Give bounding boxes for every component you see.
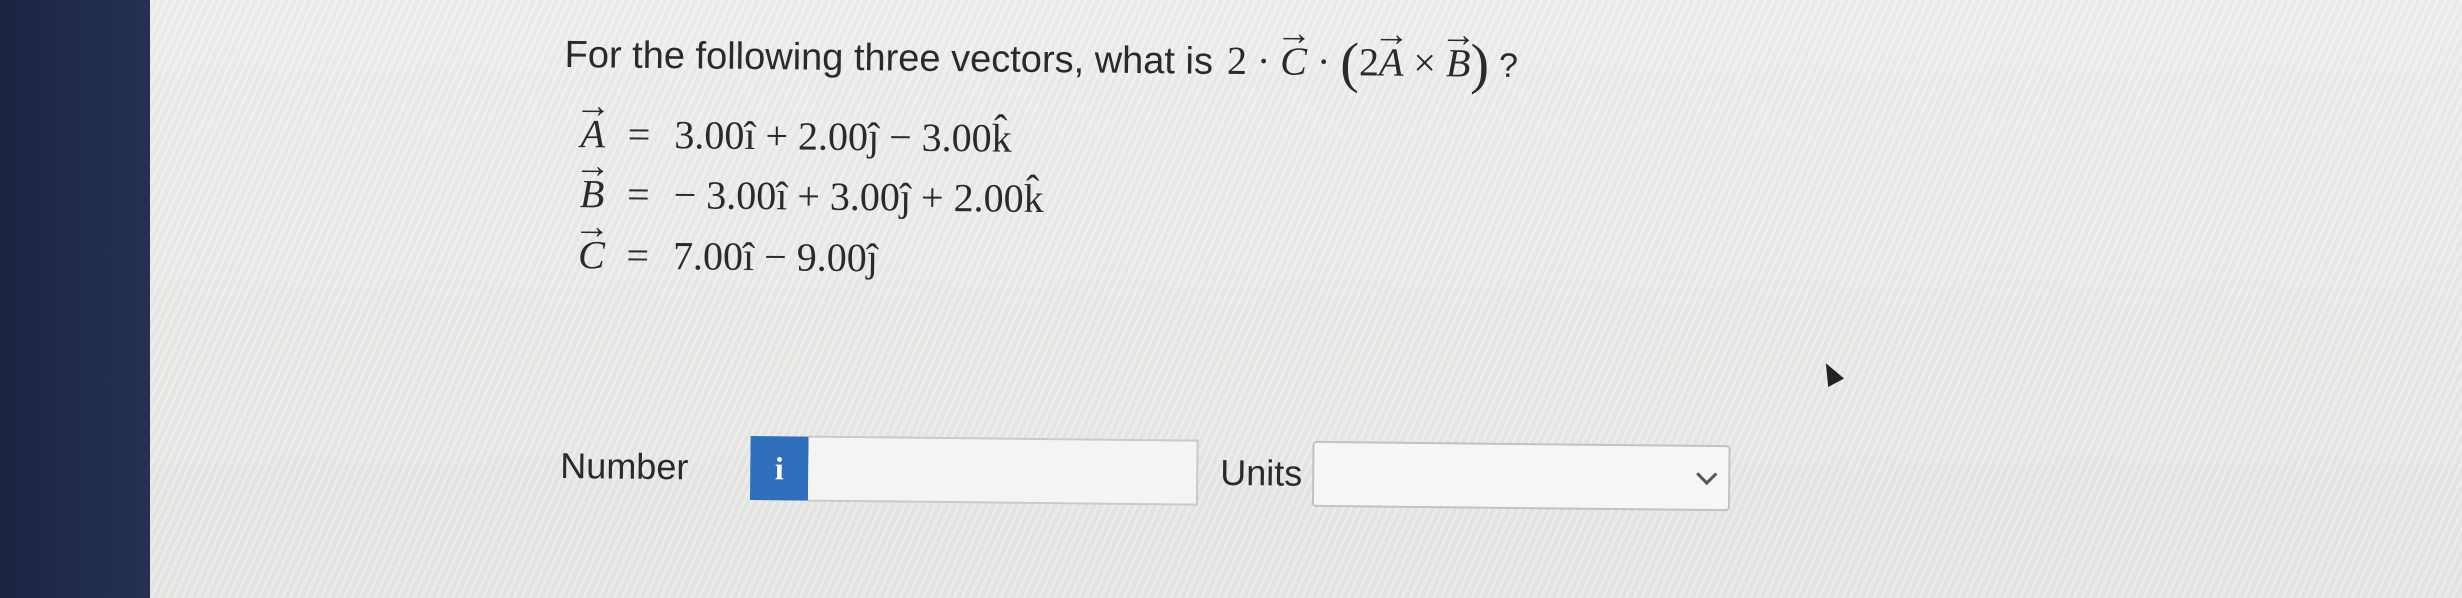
vector-b-components: − 3.00î + 3.00ĵ + 2.00k̂: [673, 172, 1044, 222]
units-label: Units: [1220, 451, 1303, 494]
expr-vector-b: B: [1446, 39, 1471, 86]
monitor-bezel: [0, 0, 150, 598]
expr-dot: ·: [1316, 38, 1331, 85]
number-input[interactable]: [807, 435, 1199, 506]
question-text: For the following three vectors, what is…: [564, 30, 1519, 96]
expr-vector-c: C: [1280, 37, 1307, 84]
screen-area: For the following three vectors, what is…: [150, 0, 2462, 598]
units-select[interactable]: [1311, 440, 1731, 512]
equals-sign: =: [626, 232, 650, 278]
expr-open-paren: (: [1339, 32, 1360, 95]
vector-c-components: 7.00î − 9.00ĵ: [672, 233, 879, 281]
expr-cross: ×: [1413, 39, 1437, 86]
number-label: Number: [560, 444, 689, 488]
vector-a-components: 3.00î + 2.00ĵ − 3.00k̂: [674, 112, 1012, 161]
expr-question-mark: ?: [1498, 46, 1519, 85]
vector-c-definition: C = 7.00î − 9.00ĵ: [566, 231, 878, 281]
chevron-down-icon: [1696, 463, 1718, 486]
vector-c-symbol: C: [566, 231, 616, 279]
info-icon[interactable]: i: [749, 435, 809, 501]
vector-b-definition: B = − 3.00î + 3.00ĵ + 2.00k̂: [567, 170, 1044, 222]
question-panel: For the following three vectors, what is…: [559, 18, 2265, 596]
expr-scalar: 2: [1226, 37, 1248, 84]
answer-row: Number i Units: [560, 433, 1731, 512]
expr-dot: ·: [1256, 38, 1271, 84]
expr-vector-a: A: [1379, 39, 1404, 86]
equals-sign: =: [627, 111, 651, 157]
vector-a-definition: A = 3.00î + 2.00ĵ − 3.00k̂: [568, 110, 1012, 162]
equals-sign: =: [626, 171, 650, 217]
info-icon-glyph: i: [774, 449, 784, 486]
question-expression: 2 · C · (2A × B) ?: [1226, 32, 1519, 96]
question-prefix: For the following three vectors, what is: [564, 33, 1214, 83]
